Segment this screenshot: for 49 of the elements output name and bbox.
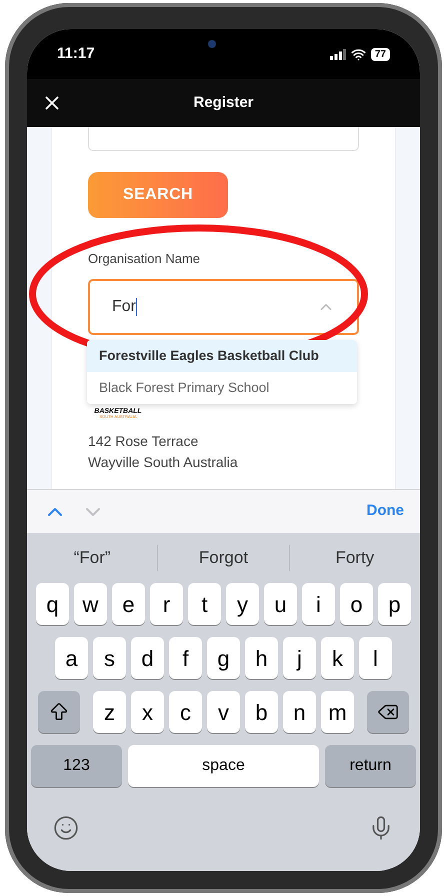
- keyboard-key[interactable]: l: [359, 637, 392, 679]
- keyboard-key[interactable]: r: [150, 583, 183, 625]
- backspace-key[interactable]: [367, 691, 409, 733]
- emoji-icon[interactable]: [53, 815, 79, 841]
- keyboard-key[interactable]: d: [131, 637, 164, 679]
- keyboard-key[interactable]: b: [245, 691, 278, 733]
- keyboard-key[interactable]: k: [321, 637, 354, 679]
- keyboard-key[interactable]: a: [55, 637, 88, 679]
- wifi-icon: [350, 46, 366, 62]
- keyboard-key[interactable]: i: [302, 583, 335, 625]
- keyboard-key[interactable]: return: [325, 745, 416, 787]
- keyboard-key[interactable]: s: [93, 637, 126, 679]
- battery-indicator: 77: [370, 48, 390, 60]
- keyboard-key[interactable]: h: [245, 637, 278, 679]
- shift-icon: [48, 701, 70, 723]
- organisation-field[interactable]: For: [88, 279, 359, 335]
- keyboard-key[interactable]: t: [188, 583, 221, 625]
- keyboard-key[interactable]: q: [36, 583, 69, 625]
- keyboard-key[interactable]: z: [93, 691, 126, 733]
- keyboard-key[interactable]: o: [340, 583, 373, 625]
- header-title: Register: [193, 92, 254, 113]
- keyboard-key[interactable]: n: [283, 691, 316, 733]
- keyboard-key[interactable]: u: [264, 583, 297, 625]
- keyboard-key[interactable]: w: [74, 583, 107, 625]
- status-time: 11:17: [57, 44, 95, 64]
- signal-icon: [330, 48, 346, 60]
- keyboard-key[interactable]: m: [321, 691, 354, 733]
- keyboard-key[interactable]: p: [378, 583, 411, 625]
- keyboard-key[interactable]: x: [131, 691, 164, 733]
- suggestion-item[interactable]: Forty: [290, 545, 420, 571]
- keyboard-key[interactable]: 123: [31, 745, 122, 787]
- shift-key[interactable]: [38, 691, 80, 733]
- keyboard-key[interactable]: j: [283, 637, 316, 679]
- keyboard-key[interactable]: y: [226, 583, 259, 625]
- suggestion-item[interactable]: Forgot: [158, 545, 289, 571]
- keyboard-key[interactable]: v: [207, 691, 240, 733]
- keyboard-key[interactable]: c: [169, 691, 202, 733]
- keyboard-key[interactable]: e: [112, 583, 145, 625]
- address-line: Wayville South Australia: [88, 453, 239, 472]
- dropdown-option[interactable]: Forestville Eagles Basketball Club: [87, 340, 357, 372]
- space-key[interactable]: space: [128, 745, 319, 787]
- field-label: Organisation Name: [88, 251, 200, 267]
- keyboard-key[interactable]: g: [207, 637, 240, 679]
- address-line: 142 Rose Terrace: [88, 432, 200, 451]
- suggestion-item[interactable]: “For”: [27, 545, 158, 571]
- keyboard-key[interactable]: f: [169, 637, 202, 679]
- dropdown-option[interactable]: Black Forest Primary School: [87, 372, 357, 404]
- postcode-field[interactable]: [88, 127, 359, 151]
- camera-icon: [208, 40, 216, 48]
